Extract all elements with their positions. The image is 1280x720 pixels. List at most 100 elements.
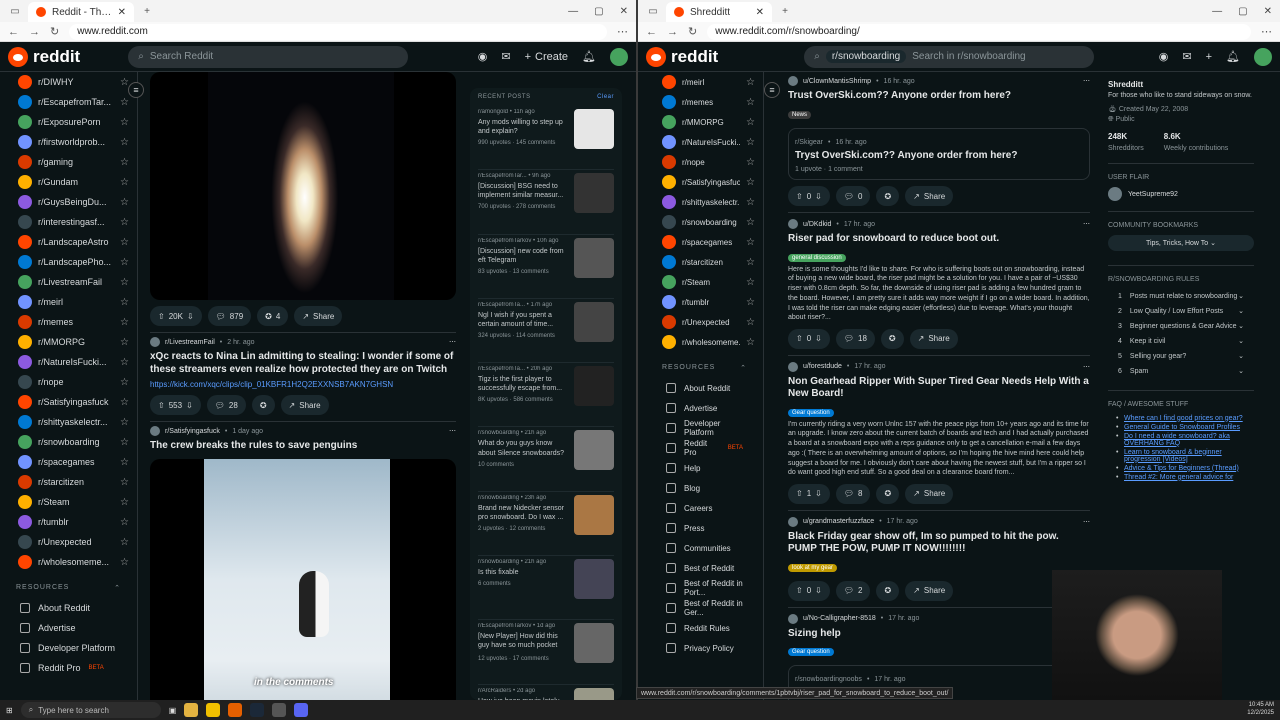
- more-options-icon[interactable]: ⋯: [449, 427, 456, 435]
- star-icon[interactable]: ☆: [120, 277, 129, 288]
- sidebar-item[interactable]: r/LandscapeAstro ☆: [0, 232, 137, 252]
- post-title[interactable]: Non Gearhead Ripper With Super Tired Gea…: [788, 376, 1090, 401]
- firefox-icon[interactable]: [228, 703, 243, 717]
- resource-link[interactable]: Help: [646, 458, 763, 478]
- downvote-icon[interactable]: ⇩: [187, 312, 194, 321]
- recent-post-item[interactable]: r/EscapefromTarkov • 1d ago [New Player] …: [478, 620, 614, 685]
- star-icon[interactable]: ☆: [746, 337, 755, 348]
- user-avatar[interactable]: [788, 361, 798, 372]
- star-icon[interactable]: ☆: [120, 517, 129, 528]
- resource-link[interactable]: Advertise: [646, 398, 763, 418]
- post-flair[interactable]: Gear question: [788, 408, 834, 417]
- comments-button[interactable]: 💬︎ 0: [835, 186, 871, 206]
- sidebar-item[interactable]: r/EscapefromTar... ☆: [0, 92, 137, 112]
- chat-icon[interactable]: ✉: [1182, 50, 1191, 63]
- rule-item[interactable]: 6 Spam ⌄: [1108, 364, 1254, 379]
- subreddit-link[interactable]: r/Satisfyingasfuck: [165, 428, 220, 435]
- recent-post-item[interactable]: r/EscapefromTa... • 20h ago Tigz is the f…: [478, 363, 614, 428]
- tab-menu-icon[interactable]: ▭: [646, 6, 660, 17]
- avatar[interactable]: [1254, 47, 1272, 66]
- faq-link[interactable]: Where can I find good prices on gear?: [1108, 414, 1254, 423]
- sidebar-item[interactable]: r/gaming ☆: [0, 152, 137, 172]
- recent-post-thumbnail[interactable]: [574, 623, 614, 664]
- star-icon[interactable]: ☆: [120, 417, 129, 428]
- user-avatar[interactable]: [788, 219, 798, 229]
- faq-link[interactable]: Advice & Tips for Beginners (Thread): [1108, 464, 1254, 473]
- recent-post-thumbnail[interactable]: [574, 494, 614, 535]
- post-card[interactable]: u/DKdkid • 17 hr. ago ⋯ Riser pad for snowbo…: [788, 219, 1090, 356]
- recent-post-item[interactable]: r/snowboarding • 21h ago What do you guys…: [478, 427, 614, 492]
- resource-link[interactable]: About Reddit: [646, 378, 763, 398]
- star-icon[interactable]: ☆: [746, 217, 755, 228]
- more-options-icon[interactable]: ⋯: [1083, 220, 1090, 228]
- taskbar-search[interactable]: ⌕ Type here to search: [20, 702, 161, 718]
- forward-icon[interactable]: →: [667, 26, 678, 38]
- star-icon[interactable]: ☆: [746, 117, 755, 128]
- vote-pill[interactable]: ⇧ 1 ⇩: [788, 483, 830, 504]
- post-author[interactable]: u/forestdude: [803, 363, 842, 370]
- recent-post-item[interactable]: r/snowboarding • 23h ago Brand new Nideck…: [478, 492, 614, 557]
- collapse-sidebar-icon[interactable]: ≡: [128, 82, 144, 98]
- crosspost-title[interactable]: Tryst OverSki.com?? Anyone order from he…: [795, 150, 1083, 163]
- reddit-logo[interactable]: reddit: [646, 46, 718, 67]
- post-card[interactable]: u/ClownMantisShrimp • 16 hr. ago ⋯ Trust Ove…: [788, 76, 1090, 213]
- share-button[interactable]: ↗ Share: [905, 483, 954, 504]
- star-icon[interactable]: ☆: [120, 157, 129, 168]
- sidebar-item[interactable]: r/ExposurePorn ☆: [0, 112, 137, 132]
- resource-link[interactable]: Press: [646, 518, 763, 538]
- resource-link[interactable]: Reddit Pro BETA: [0, 658, 137, 678]
- recent-post-title[interactable]: Ngl I wish if you spent a certain amount…: [478, 311, 570, 329]
- tab-menu-icon[interactable]: ▭: [8, 6, 22, 17]
- resource-link[interactable]: Advertise: [0, 618, 137, 638]
- star-icon[interactable]: ☆: [120, 357, 129, 368]
- sidebar-item[interactable]: r/tumblr ☆: [646, 292, 763, 312]
- star-icon[interactable]: ☆: [746, 317, 755, 328]
- post-card[interactable]: u/forestdude • 17 hr. ago ⋯ Non Gearhead Rip…: [788, 361, 1090, 511]
- star-icon[interactable]: ☆: [120, 537, 129, 548]
- subreddit-avatar[interactable]: [150, 337, 160, 347]
- star-icon[interactable]: ☆: [120, 437, 129, 448]
- sidebar-item[interactable]: r/spacegames ☆: [646, 232, 763, 252]
- rule-item[interactable]: 1 Posts must relate to snowboarding ⌄: [1108, 289, 1254, 304]
- star-icon[interactable]: ☆: [120, 197, 129, 208]
- sidebar-item[interactable]: r/Steam ☆: [646, 272, 763, 292]
- recent-post-item[interactable]: r/snowboarding • 21h ago Is this fixable 6…: [478, 556, 614, 621]
- sidebar-item[interactable]: r/MMORPG ☆: [0, 332, 137, 352]
- vote-pill[interactable]: ⇧ 0 ⇩: [788, 580, 830, 601]
- sidebar-item[interactable]: r/NatureIsFucki... ☆: [646, 132, 763, 152]
- upvote-icon[interactable]: ⇧: [158, 401, 165, 410]
- recent-post-thumbnail[interactable]: [574, 559, 614, 600]
- upvote-icon[interactable]: ⇧: [796, 192, 803, 201]
- post-author[interactable]: u/ClownMantisShrimp: [803, 78, 871, 85]
- more-options-icon[interactable]: ⋯: [1083, 77, 1090, 85]
- sidebar-item[interactable]: r/GuysBeingDu... ☆: [0, 192, 137, 212]
- award-button[interactable]: ✪: [251, 395, 275, 415]
- resource-link[interactable]: Best of Reddit: [646, 558, 763, 578]
- sidebar-item[interactable]: r/wholesomeme... ☆: [0, 552, 137, 572]
- faq-link[interactable]: Learn to snowboard & beginner progressio…: [1108, 448, 1254, 464]
- sidebar-item[interactable]: r/interestingasf... ☆: [0, 212, 137, 232]
- reload-icon[interactable]: ↻: [50, 25, 59, 38]
- sidebar-item[interactable]: r/Unexpected ☆: [646, 312, 763, 332]
- award-button[interactable]: ✪: [880, 328, 904, 349]
- sidebar-item[interactable]: r/Steam ☆: [0, 492, 137, 512]
- resource-link[interactable]: Communities: [646, 538, 763, 558]
- star-icon[interactable]: ☆: [120, 257, 129, 268]
- star-icon[interactable]: ☆: [120, 457, 129, 468]
- star-icon[interactable]: ☆: [746, 197, 755, 208]
- upvote-icon[interactable]: ⇧: [796, 586, 803, 595]
- recent-post-thumbnail[interactable]: [574, 366, 614, 407]
- award-button[interactable]: ✪: [876, 580, 900, 601]
- sidebar-item[interactable]: r/MMORPG ☆: [646, 112, 763, 132]
- url-field[interactable]: www.reddit.com: [69, 23, 607, 40]
- extensions-icon[interactable]: ⋯: [617, 25, 628, 38]
- back-icon[interactable]: ←: [8, 26, 19, 38]
- recent-post-title[interactable]: What do you guys know about Silence snow…: [478, 439, 570, 457]
- post-link[interactable]: https://kick.com/xqc/clips/clip_01KBFR1H…: [150, 380, 456, 389]
- star-icon[interactable]: ☆: [120, 177, 129, 188]
- resource-link[interactable]: Privacy Policy: [646, 638, 763, 658]
- windows-start-icon[interactable]: ⊞: [6, 706, 13, 715]
- resources-header[interactable]: RESOURCES ⌃: [646, 352, 763, 378]
- sidebar-item[interactable]: r/shittyaskelectr... ☆: [0, 412, 137, 432]
- recent-post-item[interactable]: r/amongold • 11h ago Any mods willing to …: [478, 106, 614, 171]
